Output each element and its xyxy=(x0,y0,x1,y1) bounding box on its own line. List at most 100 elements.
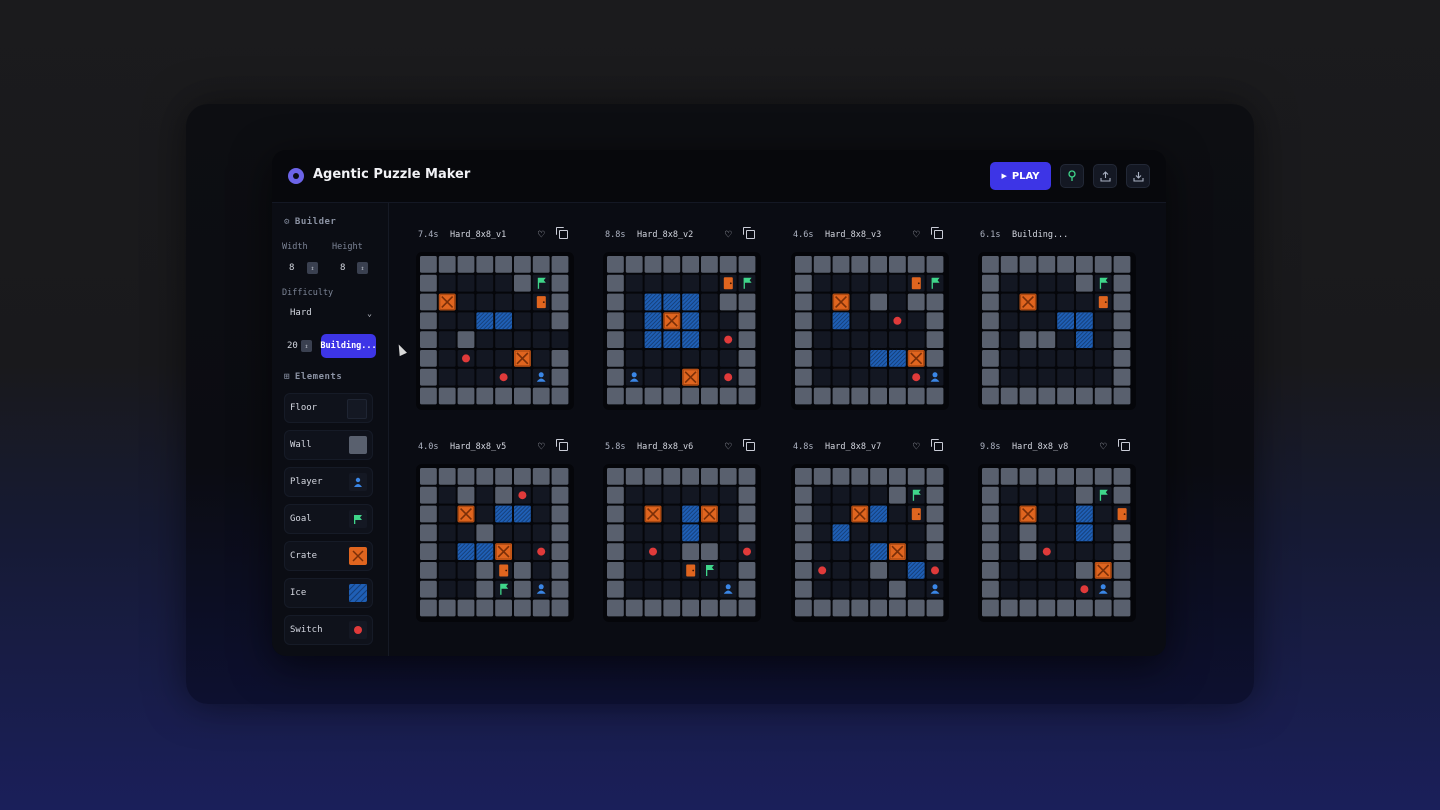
tile-ice xyxy=(644,312,662,330)
heart-icon[interactable]: ♡ xyxy=(725,440,732,453)
tile-wall xyxy=(738,486,756,504)
tile-wall xyxy=(607,599,624,617)
difficulty-select[interactable]: Hard ⌄ xyxy=(284,304,378,322)
tile-floor xyxy=(644,524,662,542)
app-window: Agentic Puzzle Maker ▶ PLAY ⚙ Builder Wi… xyxy=(272,150,1166,656)
tile-player xyxy=(926,368,944,386)
tile-wall xyxy=(551,387,569,405)
tile-wall xyxy=(813,468,831,485)
tile-wall xyxy=(420,599,437,617)
hint-button[interactable] xyxy=(1060,164,1084,188)
puzzle-card[interactable]: 5.8s Hard_8x8_v6 ♡ xyxy=(603,439,763,637)
heart-icon[interactable]: ♡ xyxy=(913,228,920,241)
tile-wall xyxy=(682,599,699,617)
tile-floor xyxy=(1038,350,1056,367)
element-goal[interactable]: Goal xyxy=(284,504,373,534)
build-button[interactable]: Building... xyxy=(320,334,377,358)
builder-label-text: Builder xyxy=(294,217,337,227)
puzzle-board[interactable] xyxy=(603,252,761,410)
puzzle-card[interactable]: 7.4s Hard_8x8_v1 ♡ xyxy=(416,227,576,425)
tile-crate xyxy=(457,505,475,523)
copy-icon[interactable] xyxy=(556,227,568,239)
tile-floor xyxy=(625,331,643,348)
count-stepper[interactable]: ⇕ xyxy=(301,340,312,352)
heart-icon[interactable]: ♡ xyxy=(913,440,920,453)
element-player[interactable]: Player xyxy=(284,467,373,497)
tile-floor xyxy=(682,350,699,367)
puzzle-card[interactable]: 9.8s Hard_8x8_v8 ♡ xyxy=(978,439,1138,637)
ice-swatch xyxy=(349,584,367,602)
tile-floor xyxy=(1038,368,1056,386)
heart-icon[interactable]: ♡ xyxy=(538,228,545,241)
play-button[interactable]: ▶ PLAY xyxy=(990,162,1051,190)
copy-icon[interactable] xyxy=(1118,439,1130,451)
tile-wall xyxy=(738,331,756,348)
heart-icon[interactable]: ♡ xyxy=(1100,440,1107,453)
tile-floor xyxy=(457,293,475,311)
tile-door xyxy=(532,293,550,311)
builder-sidebar: ⚙ Builder Width Height 8 ⇕ 8 ⇕ Difficult… xyxy=(272,203,389,656)
heart-icon[interactable]: ♡ xyxy=(725,228,732,241)
tile-wall xyxy=(832,387,850,405)
element-floor[interactable]: Floor xyxy=(284,393,373,423)
tile-wall xyxy=(438,468,456,485)
tile-wall xyxy=(607,350,624,367)
tile-floor xyxy=(889,524,906,542)
tile-wall xyxy=(813,256,831,273)
tile-wall xyxy=(1057,599,1074,617)
tile-wall xyxy=(1057,468,1074,485)
tile-wall xyxy=(495,599,512,617)
copy-icon[interactable] xyxy=(556,439,568,451)
puzzle-card[interactable]: 4.8s Hard_8x8_v7 ♡ xyxy=(791,439,951,637)
tile-wall xyxy=(926,331,944,348)
tile-wall xyxy=(701,468,718,485)
element-crate[interactable]: Crate xyxy=(284,541,373,571)
elements-icon: ⊞ xyxy=(284,372,290,382)
puzzle-board[interactable] xyxy=(416,252,574,410)
element-ice[interactable]: Ice xyxy=(284,578,373,608)
puzzle-card[interactable]: 4.0s Hard_8x8_v5 ♡ xyxy=(416,439,576,637)
tile-floor xyxy=(889,368,906,386)
tile-ice xyxy=(644,293,662,311)
puzzle-board[interactable] xyxy=(791,252,949,410)
tile-wall xyxy=(420,505,437,523)
copy-icon[interactable] xyxy=(743,439,755,451)
puzzle-card[interactable]: 8.8s Hard_8x8_v2 ♡ xyxy=(603,227,763,425)
puzzle-board[interactable] xyxy=(603,464,761,622)
width-stepper[interactable]: ⇕ xyxy=(307,262,318,274)
tile-wall xyxy=(701,599,718,617)
tile-wall xyxy=(795,505,812,523)
tile-floor xyxy=(851,331,869,348)
tile-floor xyxy=(1057,543,1074,560)
height-stepper[interactable]: ⇕ xyxy=(357,262,368,274)
tile-floor xyxy=(851,562,869,579)
tile-wall xyxy=(551,562,569,579)
puzzle-board[interactable] xyxy=(791,464,949,622)
tile-goal xyxy=(738,274,756,292)
puzzle-board[interactable] xyxy=(416,464,574,622)
element-label: Crate xyxy=(290,551,318,561)
element-wall[interactable]: Wall xyxy=(284,430,373,460)
tile-ice xyxy=(476,312,494,330)
puzzle-board[interactable] xyxy=(978,464,1136,622)
download-icon xyxy=(1132,171,1144,182)
puzzle-board[interactable] xyxy=(978,252,1136,410)
tile-floor xyxy=(625,293,643,311)
copy-icon[interactable] xyxy=(931,439,943,451)
tile-wall xyxy=(832,256,850,273)
tile-floor xyxy=(1000,368,1018,386)
element-switch[interactable]: Switch xyxy=(284,615,373,645)
upload-button[interactable] xyxy=(1093,164,1117,188)
puzzle-card[interactable]: 6.1s Building... xyxy=(978,230,1138,425)
tile-floor xyxy=(832,562,850,579)
tile-wall xyxy=(551,599,569,617)
download-button[interactable] xyxy=(1126,164,1150,188)
puzzle-card[interactable]: 4.6s Hard_8x8_v3 ♡ xyxy=(791,227,951,425)
tile-ice xyxy=(681,505,700,523)
tile-wall xyxy=(1076,274,1093,292)
heart-icon[interactable]: ♡ xyxy=(538,440,545,453)
copy-icon[interactable] xyxy=(931,227,943,239)
tile-wall xyxy=(476,562,494,579)
board-canvas xyxy=(982,256,1131,405)
copy-icon[interactable] xyxy=(743,227,755,239)
